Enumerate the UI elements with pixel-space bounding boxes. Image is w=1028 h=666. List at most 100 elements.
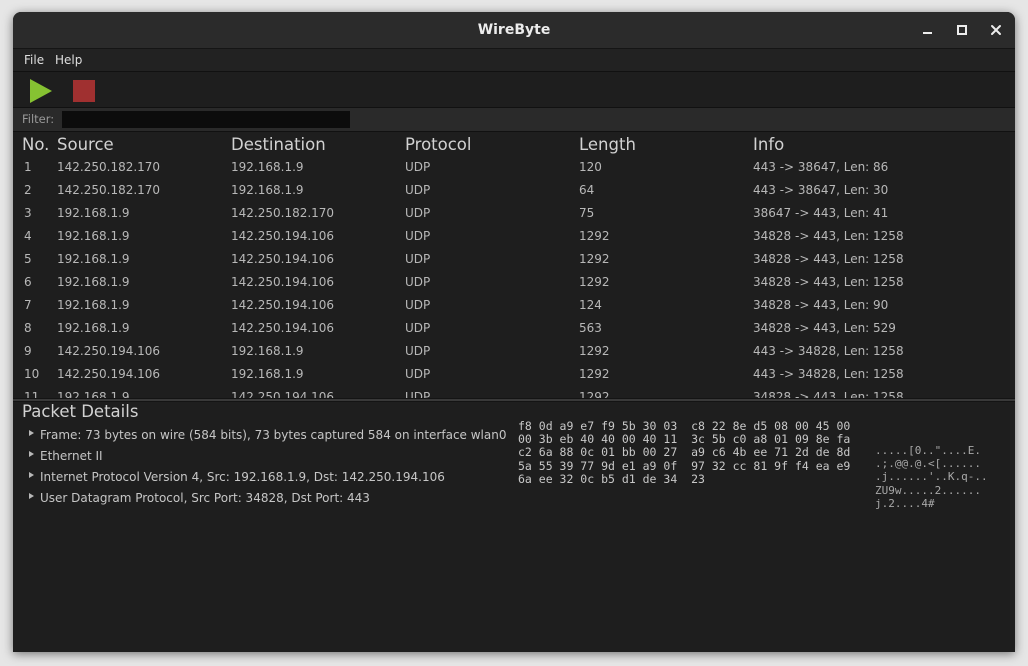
column-header-protocol[interactable]: Protocol xyxy=(405,135,472,155)
app-window: WireByte File Help Filter: No. Source De… xyxy=(13,12,1015,652)
table-row[interactable]: 5 192.168.1.9 142.250.194.106 UDP 1292 34828 … xyxy=(13,248,1015,271)
table-row[interactable]: 11 192.168.1.9 142.250.194.106 UDP 1292 34828… xyxy=(13,386,1015,398)
expand-arrow-icon[interactable] xyxy=(29,451,34,457)
cell-protocol: UDP xyxy=(405,160,431,174)
cell-length: 124 xyxy=(579,298,602,312)
table-row[interactable]: 8 192.168.1.9 142.250.194.106 UDP 563 34828 -… xyxy=(13,317,1015,340)
cell-destination: 142.250.194.106 xyxy=(231,390,335,398)
packet-details-title: Packet Details xyxy=(22,402,139,421)
cell-protocol: UDP xyxy=(405,275,431,289)
cell-length: 1292 xyxy=(579,367,610,381)
cell-info: 38647 -> 443, Len: 41 xyxy=(753,206,889,220)
packet-details-pane: Packet Details Frame: 73 bytes on wire (… xyxy=(13,402,1015,652)
column-header-source[interactable]: Source xyxy=(57,135,114,155)
cell-destination: 142.250.194.106 xyxy=(231,321,335,335)
filter-input[interactable] xyxy=(62,111,350,128)
cell-length: 563 xyxy=(579,321,602,335)
tree-item-label: User Datagram Protocol, Src Port: 34828,… xyxy=(40,491,370,505)
details-tree: Frame: 73 bytes on wire (584 bits), 73 b… xyxy=(13,425,513,509)
hex-dump: f8 0d a9 e7 f9 5b 30 03 c8 22 8e d5 08 0… xyxy=(518,419,851,486)
table-row[interactable]: 1 142.250.182.170 192.168.1.9 UDP 120 443 -> … xyxy=(13,156,1015,179)
column-header-info[interactable]: Info xyxy=(753,135,784,155)
cell-destination: 192.168.1.9 xyxy=(231,183,304,197)
cell-no: 7 xyxy=(24,298,32,312)
cell-info: 34828 -> 443, Len: 1258 xyxy=(753,252,904,266)
title-bar: WireByte xyxy=(13,12,1015,49)
cell-info: 34828 -> 443, Len: 1258 xyxy=(753,275,904,289)
cell-source: 192.168.1.9 xyxy=(57,275,130,289)
cell-no: 4 xyxy=(24,229,32,243)
cell-length: 1292 xyxy=(579,390,610,398)
packet-list-header: No. Source Destination Protocol Length I… xyxy=(13,135,1015,157)
cell-length: 120 xyxy=(579,160,602,174)
table-row[interactable]: 7 192.168.1.9 142.250.194.106 UDP 124 34828 -… xyxy=(13,294,1015,317)
cell-destination: 192.168.1.9 xyxy=(231,160,304,174)
cell-protocol: UDP xyxy=(405,183,431,197)
stop-icon[interactable] xyxy=(73,80,95,102)
cell-no: 11 xyxy=(24,390,40,398)
expand-arrow-icon[interactable] xyxy=(29,430,34,436)
tree-item[interactable]: User Datagram Protocol, Src Port: 34828,… xyxy=(13,488,513,509)
cell-source: 192.168.1.9 xyxy=(57,298,130,312)
cell-info: 34828 -> 443, Len: 1258 xyxy=(753,229,904,243)
cell-destination: 142.250.194.106 xyxy=(231,252,335,266)
cell-no: 10 xyxy=(24,367,40,381)
cell-length: 64 xyxy=(579,183,595,197)
cell-no: 2 xyxy=(24,183,32,197)
table-row[interactable]: 6 192.168.1.9 142.250.194.106 UDP 1292 34828 … xyxy=(13,271,1015,294)
table-row[interactable]: 10 142.250.194.106 192.168.1.9 UDP 1292 443 -… xyxy=(13,363,1015,386)
expand-arrow-icon[interactable] xyxy=(29,472,34,478)
cell-length: 75 xyxy=(579,206,595,220)
cell-protocol: UDP xyxy=(405,344,431,358)
cell-protocol: UDP xyxy=(405,298,431,312)
tree-item-label: Frame: 73 bytes on wire (584 bits), 73 b… xyxy=(40,428,507,442)
cell-info: 34828 -> 443, Len: 1258 xyxy=(753,390,904,398)
column-header-destination[interactable]: Destination xyxy=(231,135,326,155)
cell-no: 3 xyxy=(24,206,32,220)
play-icon[interactable] xyxy=(29,79,53,103)
cell-source: 192.168.1.9 xyxy=(57,252,130,266)
cell-source: 142.250.194.106 xyxy=(57,344,161,358)
cell-protocol: UDP xyxy=(405,367,431,381)
minimize-icon[interactable] xyxy=(919,21,937,39)
packet-list: No. Source Destination Protocol Length I… xyxy=(13,132,1015,398)
window-title: WireByte xyxy=(477,22,551,38)
tree-item-label: Internet Protocol Version 4, Src: 192.16… xyxy=(40,470,445,484)
tree-item[interactable]: Internet Protocol Version 4, Src: 192.16… xyxy=(13,467,513,488)
maximize-icon[interactable] xyxy=(953,21,971,39)
menu-help[interactable]: Help xyxy=(55,52,82,68)
cell-protocol: UDP xyxy=(405,229,431,243)
cell-no: 8 xyxy=(24,321,32,335)
cell-no: 9 xyxy=(24,344,32,358)
close-icon[interactable] xyxy=(987,21,1005,39)
tree-item-label: Ethernet II xyxy=(40,449,103,463)
cell-protocol: UDP xyxy=(405,321,431,335)
cell-source: 142.250.182.170 xyxy=(57,183,161,197)
ascii-dump: .....[0.."....E. .;.@@.@.<[...... .j....… xyxy=(875,444,988,510)
expand-arrow-icon[interactable] xyxy=(29,493,34,499)
column-header-length[interactable]: Length xyxy=(579,135,636,155)
table-row[interactable]: 9 142.250.194.106 192.168.1.9 UDP 1292 443 ->… xyxy=(13,340,1015,363)
menu-file[interactable]: File xyxy=(24,52,44,68)
table-row[interactable]: 3 192.168.1.9 142.250.182.170 UDP 75 38647 ->… xyxy=(13,202,1015,225)
toolbar xyxy=(13,72,1015,108)
filter-label: Filter: xyxy=(22,112,55,126)
cell-destination: 142.250.194.106 xyxy=(231,275,335,289)
table-row[interactable]: 2 142.250.182.170 192.168.1.9 UDP 64 443 -> 3… xyxy=(13,179,1015,202)
cell-source: 192.168.1.9 xyxy=(57,390,130,398)
cell-source: 142.250.194.106 xyxy=(57,367,161,381)
cell-info: 34828 -> 443, Len: 529 xyxy=(753,321,896,335)
cell-protocol: UDP xyxy=(405,390,431,398)
tree-item[interactable]: Ethernet II xyxy=(13,446,513,467)
column-header-no[interactable]: No. xyxy=(22,135,49,155)
tree-item[interactable]: Frame: 73 bytes on wire (584 bits), 73 b… xyxy=(13,425,513,446)
cell-length: 1292 xyxy=(579,344,610,358)
cell-destination: 142.250.194.106 xyxy=(231,229,335,243)
table-row[interactable]: 4 192.168.1.9 142.250.194.106 UDP 1292 34828 … xyxy=(13,225,1015,248)
cell-info: 443 -> 34828, Len: 1258 xyxy=(753,367,904,381)
cell-destination: 192.168.1.9 xyxy=(231,367,304,381)
menu-bar: File Help xyxy=(13,49,1015,72)
cell-source: 192.168.1.9 xyxy=(57,229,130,243)
cell-length: 1292 xyxy=(579,229,610,243)
cell-protocol: UDP xyxy=(405,252,431,266)
